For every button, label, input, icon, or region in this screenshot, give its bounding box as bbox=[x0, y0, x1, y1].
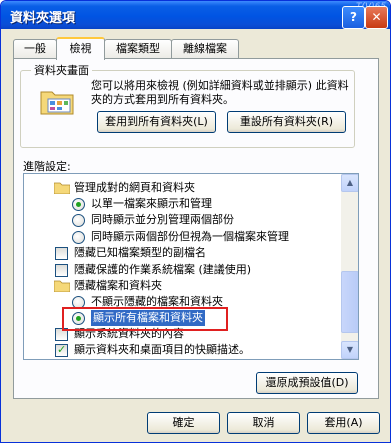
folder-views-icon bbox=[40, 91, 74, 115]
window-title: 資料夾選項 bbox=[10, 11, 76, 26]
tab-offline-files[interactable]: 離線檔案 bbox=[171, 39, 239, 58]
close-button[interactable]: ✕ bbox=[365, 6, 388, 29]
reset-all-folders-button[interactable]: 重設所有資料夾(R) bbox=[227, 111, 346, 133]
annotation-highlight-box bbox=[62, 307, 228, 331]
question-icon: ? bbox=[350, 10, 357, 24]
folder-options-dialog: 資料夾選項 T(V)65 ? ✕ 一般 檢視 檔案類型 離線檔案 資料夾畫面 您… bbox=[0, 0, 391, 443]
radio-button[interactable] bbox=[72, 214, 85, 227]
folder-views-label: 資料夾畫面 bbox=[31, 62, 92, 78]
vertical-scrollbar[interactable]: ▲ ▼ bbox=[341, 174, 358, 359]
list-item-label: 顯示資料夾和桌面項目的快顯描述。 bbox=[74, 343, 250, 356]
scroll-thumb[interactable] bbox=[341, 271, 358, 333]
help-button[interactable]: ? bbox=[342, 6, 365, 29]
advanced-settings-list[interactable]: 管理成對的網頁和資料夾 以單一檔案來顯示和管理 同時顯示並分別管理兩個部份 同時… bbox=[23, 173, 359, 360]
list-item-label: 同時顯示並分別管理兩個部份 bbox=[91, 213, 234, 226]
checkbox[interactable] bbox=[55, 247, 68, 260]
chevron-up-icon: ▲ bbox=[346, 178, 354, 187]
list-item-label: 隱藏保護的作業系統檔案 (建議使用) bbox=[74, 263, 252, 276]
title-bar[interactable]: 資料夾選項 T(V)65 ? ✕ bbox=[1, 1, 390, 29]
advanced-settings-label: 進階設定: bbox=[23, 160, 71, 173]
scroll-up-button[interactable]: ▲ bbox=[341, 174, 358, 192]
chevron-down-icon: ▼ bbox=[346, 345, 354, 354]
close-icon: ✕ bbox=[371, 10, 382, 24]
checkbox[interactable] bbox=[55, 264, 68, 277]
tab-file-types[interactable]: 檔案類型 bbox=[104, 39, 172, 58]
scroll-down-button[interactable]: ▼ bbox=[341, 341, 358, 359]
list-item-label: 同時顯示兩個部份但視為一個檔案來管理 bbox=[91, 230, 289, 243]
tab-view[interactable]: 檢視 bbox=[56, 37, 105, 60]
apply-button[interactable]: 套用(A) bbox=[307, 412, 380, 434]
folder-icon bbox=[54, 280, 70, 292]
cancel-button[interactable]: 取消 bbox=[227, 412, 300, 434]
apply-to-all-folders-button[interactable]: 套用到所有資料夾(L) bbox=[97, 111, 216, 133]
folder-views-description: 您可以將用來檢視 (例如詳細資料或並排顯示) 此資料夾的方式套用到所有資料夾。 bbox=[91, 79, 349, 106]
list-item-label: 以單一檔案來顯示和管理 bbox=[91, 197, 212, 210]
radio-button[interactable] bbox=[72, 231, 85, 244]
checkbox[interactable] bbox=[55, 342, 68, 358]
tab-general[interactable]: 一般 bbox=[13, 39, 57, 58]
restore-defaults-button[interactable]: 還原成預設值(D) bbox=[256, 372, 358, 394]
radio-button[interactable] bbox=[72, 198, 85, 211]
ok-button[interactable]: 確定 bbox=[147, 412, 220, 434]
list-item-label: 隱藏檔案和資料夾 bbox=[74, 279, 162, 292]
list-item-label: 隱藏已知檔案類型的副檔名 bbox=[74, 246, 206, 259]
folder-icon bbox=[54, 182, 70, 194]
list-item-label: 管理成對的網頁和資料夾 bbox=[74, 181, 195, 194]
